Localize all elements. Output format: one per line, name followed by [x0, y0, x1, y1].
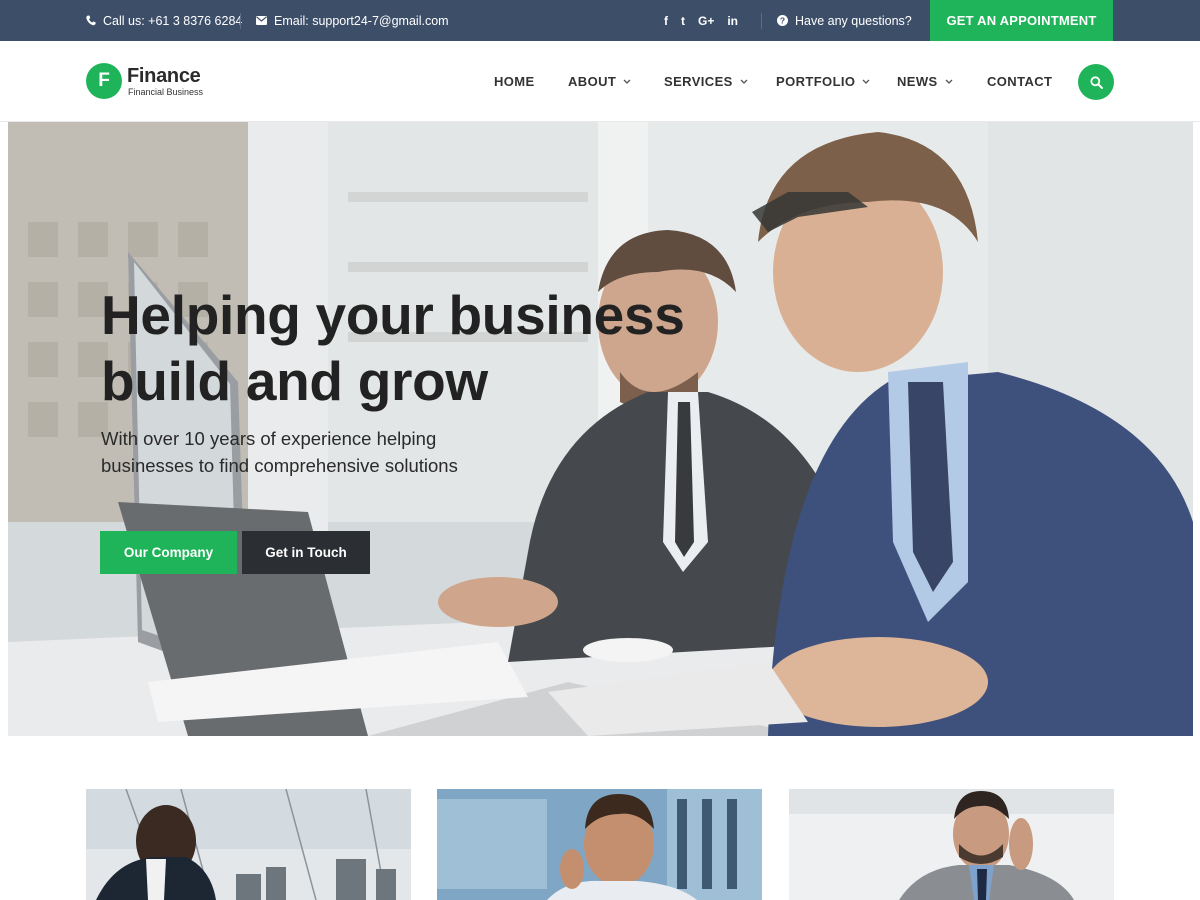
get-in-touch-button[interactable]: Get in Touch	[242, 531, 370, 574]
chevron-down-icon	[623, 79, 631, 84]
envelope-icon	[256, 16, 267, 25]
email-text: Email: support24-7@gmail.com	[274, 13, 449, 28]
questions-link[interactable]: ? Have any questions?	[777, 0, 912, 41]
phone-icon	[86, 15, 96, 26]
phone-text: Call us: +61 3 8376 6284	[103, 13, 243, 28]
divider	[761, 13, 762, 29]
nav-services[interactable]: SERVICES	[664, 41, 748, 122]
nav-contact[interactable]: CONTACT	[987, 41, 1052, 122]
hero-title: Helping your business build and grow	[101, 282, 801, 414]
feature-card-image[interactable]	[437, 789, 762, 900]
divider	[240, 13, 241, 29]
hero-subtitle-line: With over 10 years of experience helping	[101, 428, 437, 449]
nav-label: CONTACT	[987, 74, 1053, 89]
chevron-down-icon	[945, 79, 953, 84]
feature-card-image[interactable]	[789, 789, 1114, 900]
logo-icon[interactable]: F	[86, 63, 122, 99]
email-contact[interactable]: Email: support24-7@gmail.com	[256, 0, 449, 41]
search-icon	[1089, 75, 1103, 89]
nav-portfolio[interactable]: PORTFOLIO	[776, 41, 870, 122]
hero-subtitle: With over 10 years of experience helping…	[101, 425, 541, 479]
social-links: f t G+ in	[664, 0, 751, 41]
main-header: F Finance Financial Business HOME ABOUT …	[0, 41, 1200, 122]
businessman-on-phone-photo	[437, 789, 762, 900]
hero-title-line: Helping your business	[101, 284, 685, 346]
hero-subtitle-line: businesses to find comprehensive solutio…	[101, 455, 458, 476]
nav-label: PORTFOLIO	[776, 74, 856, 89]
search-button[interactable]	[1078, 64, 1114, 100]
hero-banner: Helping your business build and grow Wit…	[8, 122, 1193, 736]
chevron-down-icon	[740, 79, 748, 84]
chevron-down-icon	[862, 79, 870, 84]
logo-name[interactable]: Finance	[127, 65, 201, 88]
logo-tagline: Financial Business	[128, 87, 204, 97]
nav-news[interactable]: NEWS	[897, 41, 953, 122]
nav-label: NEWS	[897, 74, 938, 89]
nav-label: SERVICES	[664, 74, 733, 89]
twitter-icon[interactable]: t	[681, 14, 685, 28]
svg-text:?: ?	[780, 16, 785, 26]
our-company-button[interactable]: Our Company	[100, 531, 237, 574]
businessman-photo	[86, 789, 411, 900]
top-bar: Call us: +61 3 8376 6284 Email: support2…	[0, 0, 1200, 41]
linkedin-icon[interactable]: in	[727, 14, 738, 28]
nav-home[interactable]: HOME	[494, 41, 535, 122]
nav-about[interactable]: ABOUT	[568, 41, 631, 122]
feature-card-image[interactable]	[86, 789, 411, 900]
nav-label: ABOUT	[568, 74, 617, 89]
hero-title-line: build and grow	[101, 350, 488, 412]
question-icon: ?	[777, 15, 788, 26]
google-plus-icon[interactable]: G+	[698, 14, 714, 28]
facebook-icon[interactable]: f	[664, 14, 668, 28]
businessman-calling-photo	[789, 789, 1114, 900]
phone-contact[interactable]: Call us: +61 3 8376 6284	[86, 0, 242, 41]
get-appointment-button[interactable]: GET AN APPOINTMENT	[930, 0, 1113, 41]
questions-text: Have any questions?	[795, 13, 912, 28]
nav-label: HOME	[494, 74, 535, 89]
